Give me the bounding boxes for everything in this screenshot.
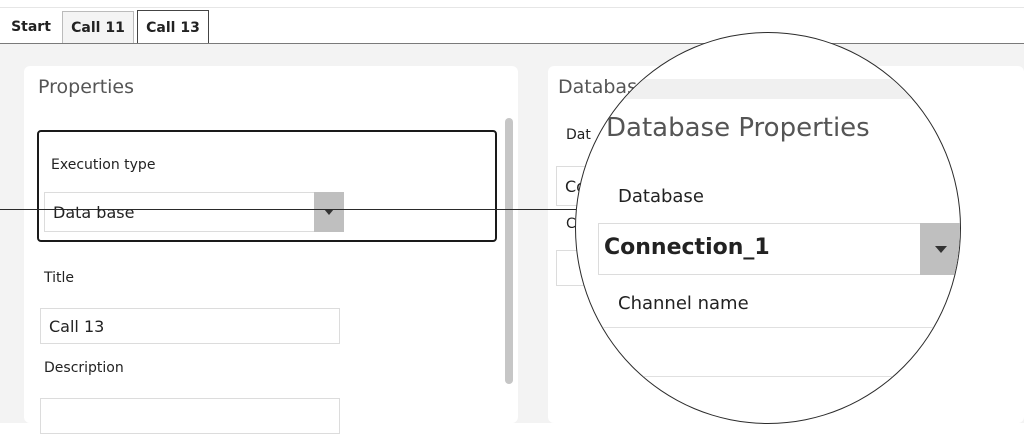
magnifier-header-strip [576, 79, 960, 99]
magnified-channel-name-input[interactable] [598, 327, 958, 377]
title-label: Title [44, 270, 75, 286]
execution-type-value: Data base [53, 202, 135, 222]
chevron-down-icon [935, 245, 947, 253]
properties-heading: Properties [38, 76, 135, 98]
description-input[interactable] [40, 398, 340, 434]
magnified-database-label: Database [618, 186, 704, 207]
tab-start[interactable]: Start [2, 11, 60, 43]
tab-bar-top-border [0, 7, 1024, 8]
magnified-database-value: Connection_1 [604, 235, 770, 260]
title-value: Call 13 [49, 316, 105, 336]
magnifier-callout: Database Properties Database Connection_… [575, 32, 961, 424]
magnified-dropdown-button[interactable] [920, 223, 960, 275]
execution-type-dropdown-button[interactable] [314, 192, 344, 232]
tab-start-label: Start [11, 19, 51, 35]
tab-call-13-label: Call 13 [146, 19, 200, 36]
title-input[interactable]: Call 13 [40, 308, 340, 344]
magnifier-content: Database Properties Database Connection_… [576, 33, 960, 423]
properties-panel: Properties Execution type Data base Titl… [24, 66, 518, 434]
magnified-channel-name-label: Channel name [618, 293, 749, 314]
execution-type-select[interactable]: Data base [44, 192, 322, 232]
magnified-heading: Database Properties [606, 113, 870, 143]
description-label: Description [44, 360, 124, 376]
callout-line [0, 209, 582, 210]
properties-scrollbar[interactable] [505, 118, 513, 384]
tab-call-11-label: Call 11 [71, 19, 125, 36]
tab-call-11[interactable]: Call 11 [62, 11, 134, 43]
execution-type-label: Execution type [51, 157, 156, 173]
tab-call-13[interactable]: Call 13 [137, 10, 209, 44]
